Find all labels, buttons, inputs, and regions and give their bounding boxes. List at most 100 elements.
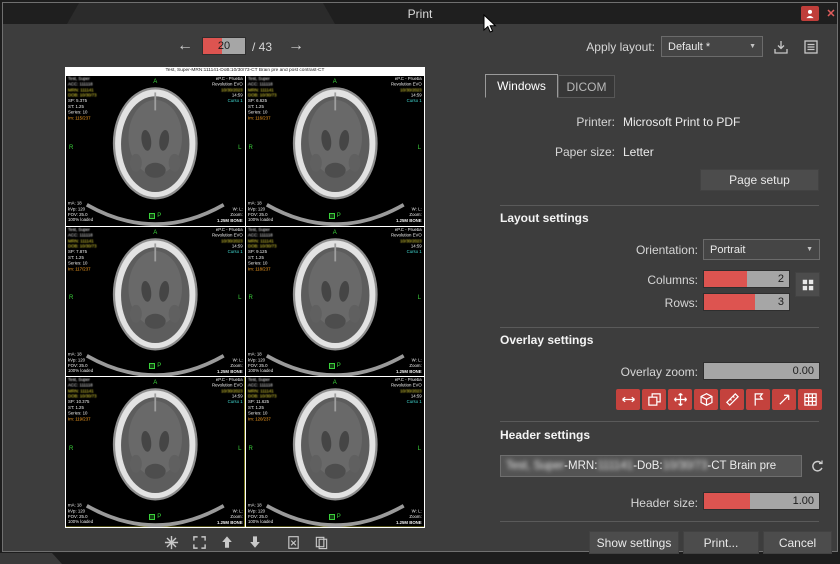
- pan-overlay-icon[interactable]: [668, 389, 692, 410]
- preview-cell[interactable]: Test, SuperACC: 111118MRN: 111141DOB: 10…: [66, 227, 245, 377]
- separator: [500, 421, 819, 422]
- dialog-title: Print: [3, 7, 837, 21]
- arrow-overlay-icon[interactable]: [772, 389, 796, 410]
- overlay-top-right: eP.C - PruebaRevolution EVO10/30/202314:…: [212, 228, 243, 256]
- preview-cell[interactable]: Test, SuperACC: 111118MRN: 111141DOB: 10…: [66, 377, 245, 527]
- overlay-bottom-left: mA: 18kVp: 120FOV: 25.0100% loaded: [248, 353, 273, 375]
- delete-page-button[interactable]: [281, 531, 305, 553]
- separator: [500, 327, 819, 328]
- rows-slider[interactable]: 3: [703, 293, 790, 311]
- delete-page-icon: [286, 535, 301, 550]
- move-page-up-button[interactable]: [215, 531, 239, 553]
- orientation-box-icon: [149, 514, 155, 520]
- overlay-top-left: Test, SuperACC: 111118MRN: 111141DOB: 10…: [68, 77, 97, 122]
- stack-overlay-icon[interactable]: [642, 389, 666, 410]
- paper-size-value: Letter: [623, 145, 654, 159]
- preview-cell[interactable]: Test, SuperACC: 111118MRN: 111141DOB: 10…: [246, 377, 425, 527]
- preview-cell[interactable]: Test, SuperACC: 111118MRN: 111141DOB: 10…: [246, 76, 425, 226]
- previous-page-button[interactable]: ←: [173, 34, 197, 58]
- layout-settings-heading: Layout settings: [500, 211, 589, 225]
- reset-header-icon: [810, 459, 825, 474]
- posterior-marker: P: [149, 213, 161, 219]
- page-number-slider[interactable]: 20: [202, 37, 246, 55]
- overlay-top-right: eP.C - PruebaRevolution EVO10/30/202314:…: [391, 77, 422, 105]
- grid-overlay-icon[interactable]: [798, 389, 822, 410]
- reset-header-button[interactable]: [806, 455, 828, 477]
- tab-windows-label: Windows: [497, 79, 546, 93]
- paper-size-label: Paper size:: [523, 145, 615, 159]
- print-dialog: Print ✕ ← 20 / 43 → Apply layout: Defaul…: [2, 2, 838, 552]
- cancel-button[interactable]: Cancel: [763, 531, 832, 554]
- rows-value: 3: [778, 296, 784, 308]
- ruler-overlay-icon[interactable]: [720, 389, 744, 410]
- overlay-zoom-value: 0.00: [793, 365, 814, 377]
- header-segment-redacted: Test, Super: [506, 460, 564, 472]
- overlay-top-right: eP.C - PruebaRevolution EVO10/30/202314:…: [212, 378, 243, 406]
- header-settings-heading: Header settings: [500, 428, 590, 442]
- fullscreen-button[interactable]: [187, 531, 211, 553]
- header-size-label: Header size:: [548, 496, 698, 510]
- orientation-select[interactable]: Portrait ▼: [703, 239, 820, 260]
- overlay-top-right: eP.C - PruebaRevolution EVO10/30/202314:…: [391, 228, 422, 256]
- burst-icon: [164, 535, 179, 550]
- orientation-box-icon: [149, 213, 155, 219]
- next-page-button[interactable]: →: [284, 34, 308, 58]
- page-slider-value: 20: [203, 40, 245, 52]
- preview-cell[interactable]: Test, SuperACC: 111118MRN: 111141DOB: 10…: [246, 227, 425, 377]
- header-segment-redacted: 111141: [597, 460, 633, 472]
- overlay-top-right: eP.C - PruebaRevolution EVO10/30/202314:…: [391, 378, 422, 406]
- right-marker: R: [69, 295, 73, 301]
- page-total-label: / 43: [252, 40, 272, 54]
- mouse-cursor: [480, 14, 500, 34]
- overlay-bottom-right: W: L:Zoom:1.25M BONE: [217, 208, 243, 225]
- left-marker: L: [418, 446, 421, 452]
- overlay-top-left: Test, SuperACC: 111118MRN: 111141DOB: 10…: [248, 228, 277, 273]
- right-marker: R: [249, 145, 253, 151]
- rows-slider-fill: [704, 294, 755, 310]
- header-size-slider[interactable]: 1.00: [703, 492, 820, 510]
- overlay-bottom-left: mA: 18kVp: 120FOV: 25.0100% loaded: [248, 202, 273, 224]
- columns-label: Columns:: [583, 273, 698, 287]
- tab-dicom[interactable]: DICOM: [558, 75, 615, 98]
- anterior-marker: A: [153, 380, 157, 386]
- printer-value: Microsoft Print to PDF: [623, 115, 740, 129]
- duplicate-page-button[interactable]: [309, 531, 333, 553]
- overlay-zoom-slider[interactable]: 0.00: [703, 362, 820, 380]
- layout-manager-button[interactable]: [799, 35, 823, 59]
- save-layout-button[interactable]: [769, 35, 793, 59]
- down-arrow-icon: [248, 535, 262, 549]
- header-segment: -DoB:: [633, 460, 662, 472]
- posterior-marker: P: [149, 514, 161, 520]
- user-session-icon[interactable]: [801, 6, 819, 21]
- columns-slider[interactable]: 2: [703, 270, 790, 288]
- orientation-label: Orientation:: [558, 243, 698, 257]
- refresh-preview-button[interactable]: [159, 531, 183, 553]
- show-settings-button[interactable]: Show settings: [589, 531, 679, 554]
- header-text-field[interactable]: Test, Super -MRN: 111141 -DoB: 10/30/73 …: [500, 455, 802, 477]
- orientation-box-icon: [329, 514, 335, 520]
- overlay-top-left: Test, SuperACC: 111118MRN: 111141DOB: 10…: [248, 77, 277, 122]
- header-size-value: 1.00: [793, 495, 814, 507]
- print-button[interactable]: Print...: [683, 531, 759, 554]
- overlay-bottom-left: mA: 18kVp: 120FOV: 25.0100% loaded: [68, 202, 93, 224]
- fit-width-overlay-icon[interactable]: [616, 389, 640, 410]
- preview-cell[interactable]: Test, SuperACC: 111118MRN: 111141DOB: 10…: [66, 76, 245, 226]
- move-page-down-button[interactable]: [243, 531, 267, 553]
- header-segment-redacted: 10/30/73: [663, 460, 708, 472]
- tab-windows[interactable]: Windows: [485, 74, 558, 98]
- flag-overlay-icon[interactable]: [746, 389, 770, 410]
- right-marker: R: [249, 446, 253, 452]
- chevron-down-icon: ▼: [806, 246, 813, 253]
- background-tab-shape: [0, 553, 64, 564]
- close-icon[interactable]: ✕: [823, 5, 839, 22]
- cube-overlay-icon[interactable]: [694, 389, 718, 410]
- layout-select[interactable]: Default * ▼: [661, 36, 763, 57]
- page-setup-button[interactable]: Page setup: [700, 169, 819, 191]
- overlay-bottom-right: W: L:Zoom:1.25M BONE: [217, 358, 243, 375]
- separator: [500, 205, 819, 206]
- grid-size-picker-button[interactable]: [795, 272, 820, 297]
- anterior-marker: A: [153, 230, 157, 236]
- screen: Print ✕ ← 20 / 43 → Apply layout: Defaul…: [0, 0, 840, 564]
- orientation-box-icon: [149, 363, 155, 369]
- header-size-fill: [704, 493, 750, 509]
